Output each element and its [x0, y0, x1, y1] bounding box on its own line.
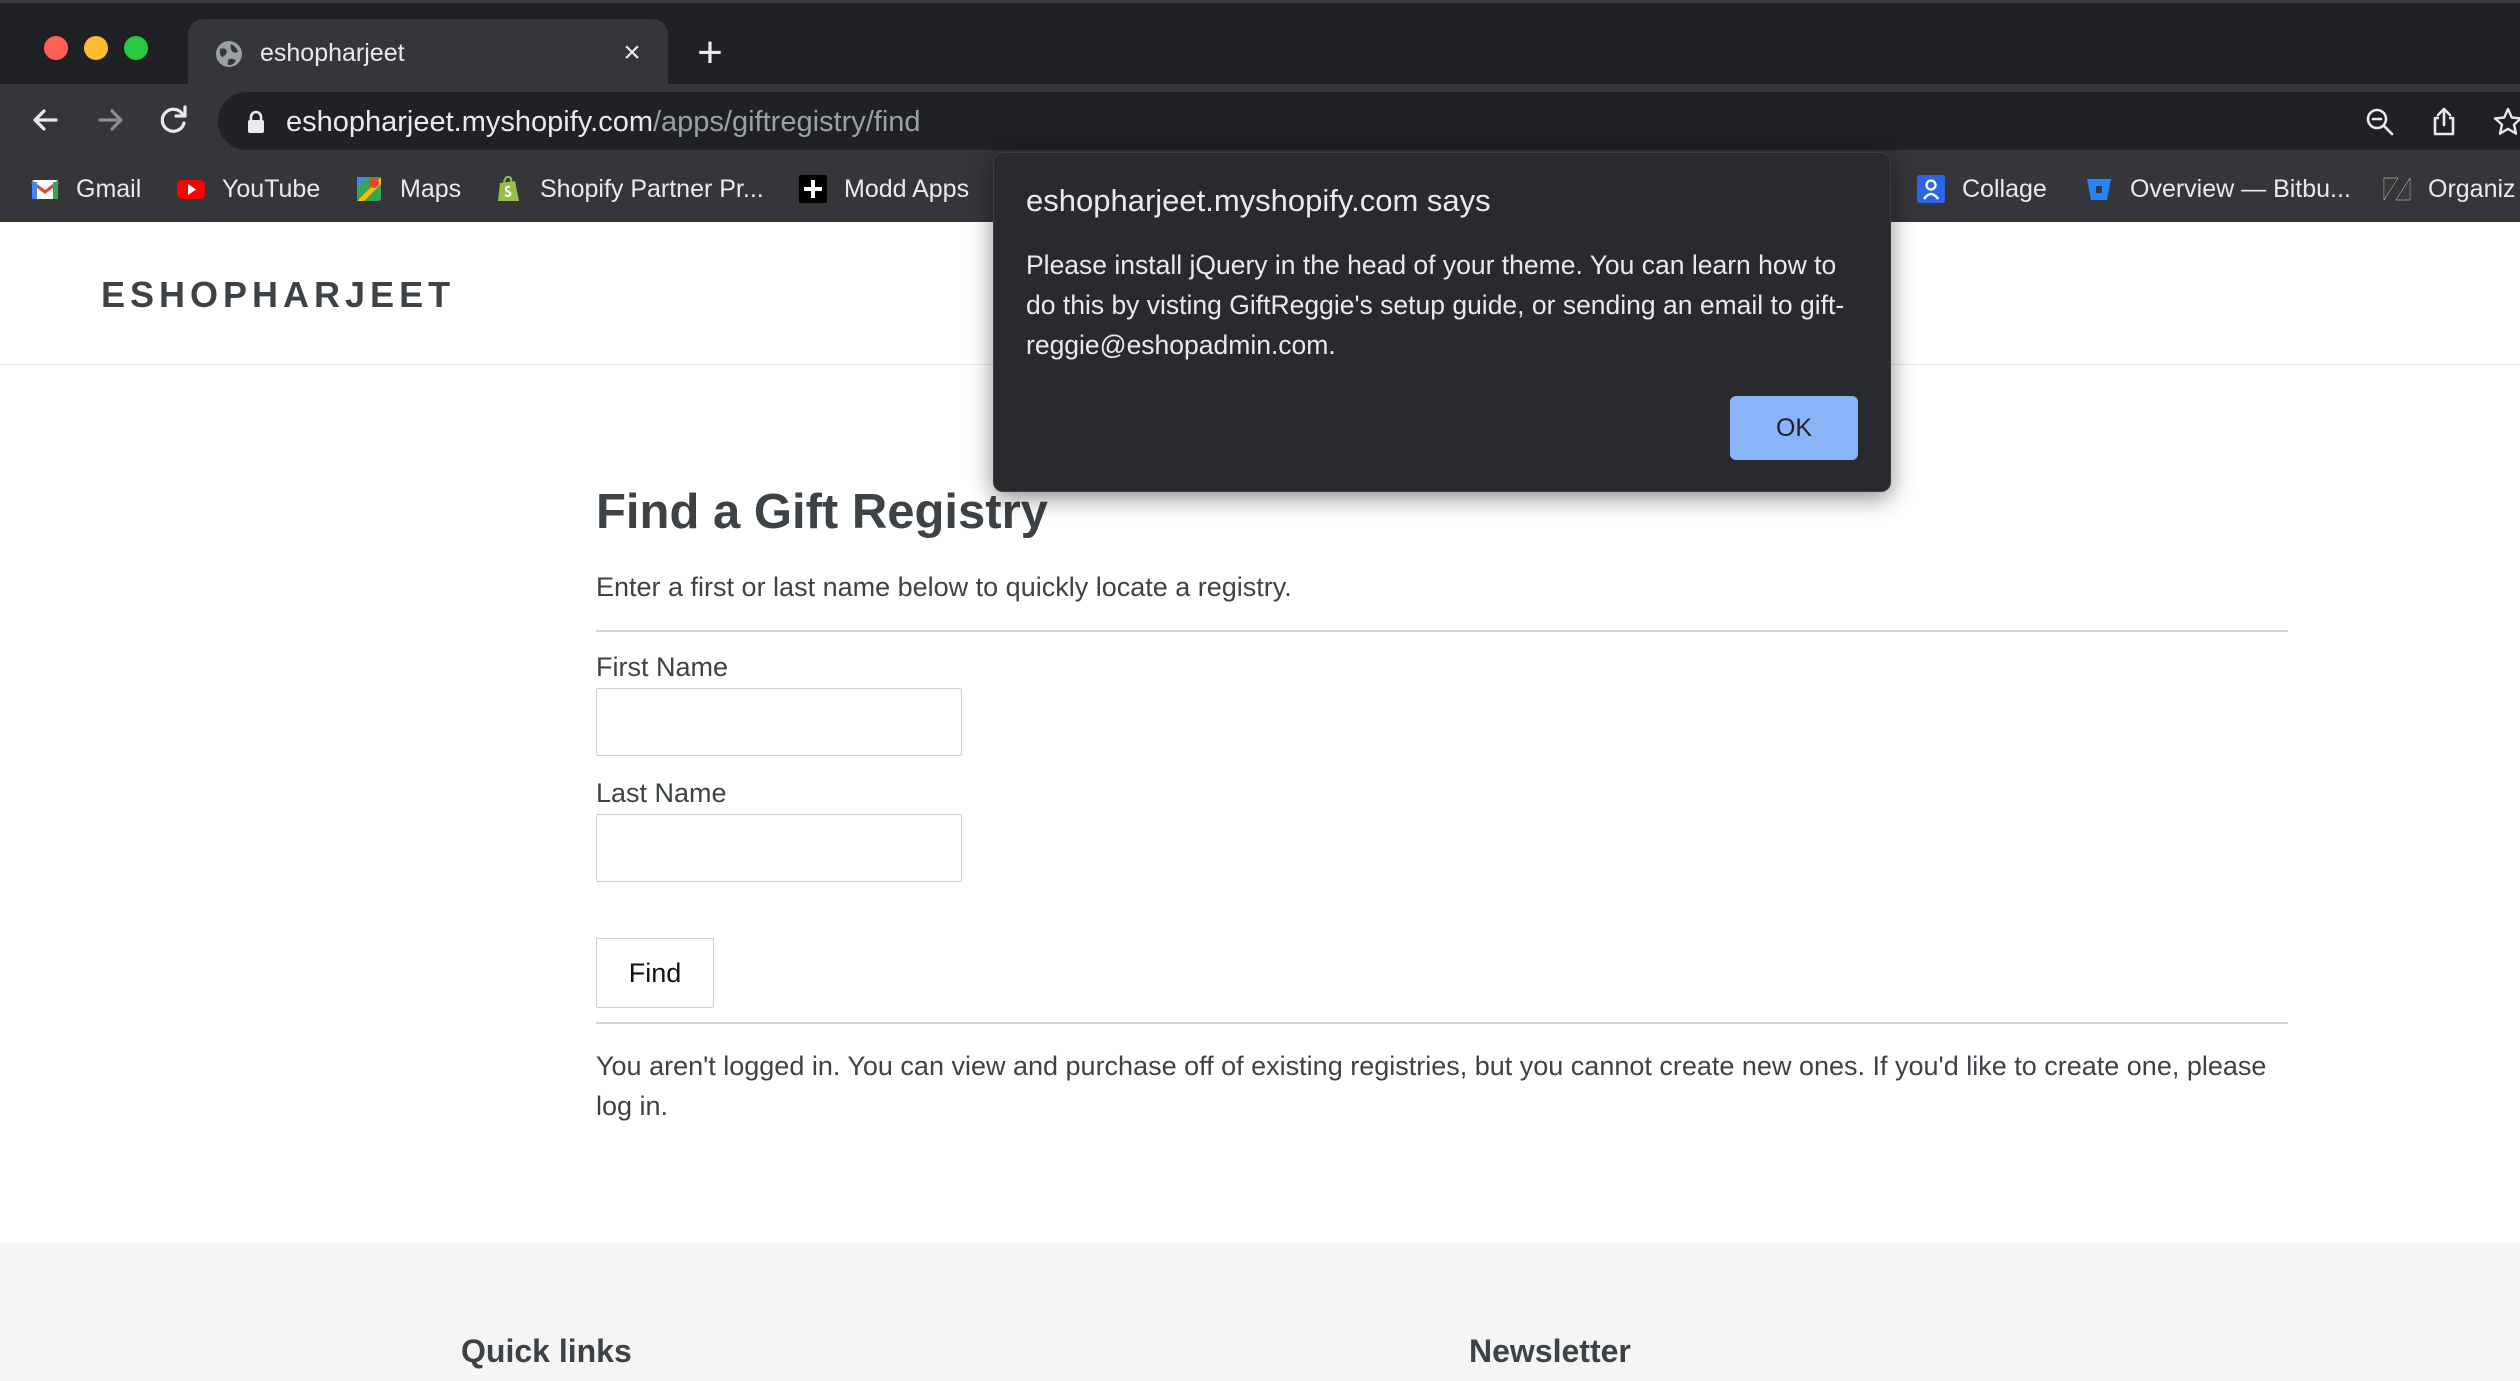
- minimize-window-button[interactable]: [84, 36, 108, 60]
- first-name-input[interactable]: [596, 688, 962, 756]
- login-notice: You aren't logged in. You can view and p…: [596, 1051, 2267, 1121]
- close-tab-icon[interactable]: ×: [616, 37, 648, 69]
- maps-icon: [357, 177, 381, 201]
- maximize-window-button[interactable]: [124, 36, 148, 60]
- bookmark-organiz[interactable]: Organiz: [2382, 170, 2516, 208]
- bookmark-maps[interactable]: Maps: [354, 170, 461, 208]
- find-button[interactable]: Find: [596, 938, 714, 1008]
- divider: [596, 630, 2288, 632]
- back-arrow-icon[interactable]: [24, 98, 68, 142]
- globe-icon: [216, 41, 242, 67]
- alert-dialog: eshopharjeet.myshopify.com says Please i…: [993, 152, 1891, 492]
- reload-icon[interactable]: [152, 98, 196, 142]
- divider: [596, 1022, 2288, 1024]
- intro-text: Enter a first or last name below to quic…: [596, 572, 1292, 602]
- forward-arrow-icon[interactable]: [88, 98, 132, 142]
- share-icon[interactable]: [2428, 106, 2460, 138]
- footer-quick-links-heading: Quick links: [461, 1333, 632, 1369]
- bookmark-collage[interactable]: Collage: [1916, 170, 2047, 208]
- ok-button[interactable]: OK: [1730, 396, 1858, 460]
- bookmark-modd-apps[interactable]: Modd Apps: [798, 170, 969, 208]
- bookmark-gmail[interactable]: Gmail: [30, 170, 141, 208]
- close-window-button[interactable]: [44, 36, 68, 60]
- browser-tab[interactable]: eshopharjeet ×: [188, 19, 668, 89]
- url-text[interactable]: eshopharjeet.myshopify.com/apps/giftregi…: [286, 105, 921, 139]
- shopify-icon: [498, 175, 519, 201]
- youtube-icon: [177, 180, 205, 199]
- address-bar[interactable]: eshopharjeet.myshopify.com/apps/giftregi…: [218, 92, 2520, 150]
- browser-title-bar: eshopharjeet × +: [0, 0, 2520, 89]
- site-footer: Quick links Newsletter: [0, 1243, 2520, 1381]
- bookmark-label: Overview — Bitbu...: [2130, 174, 2351, 203]
- url-host: eshopharjeet.myshopify.com: [286, 106, 653, 138]
- plus-icon: [799, 175, 827, 203]
- footer-newsletter-heading: Newsletter: [1469, 1333, 1631, 1369]
- last-name-input[interactable]: [596, 814, 962, 882]
- first-name-label: First Name: [596, 652, 729, 682]
- bookmark-bitbucket[interactable]: Overview — Bitbu...: [2084, 170, 2351, 208]
- bookmark-label: Gmail: [76, 174, 142, 203]
- bookmark-label: Maps: [400, 174, 462, 203]
- new-tab-button[interactable]: +: [690, 31, 730, 75]
- bookmark-shopify[interactable]: Shopify Partner Pr...: [494, 170, 764, 208]
- zoom-icon[interactable]: [2364, 106, 2396, 138]
- gmail-icon: [31, 180, 59, 199]
- lock-icon[interactable]: [244, 109, 268, 135]
- bookmark-label: YouTube: [222, 174, 321, 203]
- last-name-label: Last Name: [596, 778, 727, 808]
- collage-icon: [1917, 175, 1945, 203]
- bookmark-label: Modd Apps: [844, 174, 970, 203]
- bookmark-label: Organiz: [2428, 174, 2516, 203]
- zendesk-icon: [2383, 177, 2411, 201]
- bookmark-label: Collage: [1962, 174, 2047, 203]
- dialog-message: Please install jQuery in the head of you…: [1026, 250, 1845, 360]
- bookmark-star-icon[interactable]: [2492, 106, 2520, 138]
- dialog-title: eshopharjeet.myshopify.com says: [1026, 183, 1491, 218]
- store-logo[interactable]: ESHOPHARJEET: [101, 274, 455, 316]
- bitbucket-icon: [2087, 179, 2111, 200]
- bookmark-youtube[interactable]: YouTube: [176, 170, 320, 208]
- tab-title: eshopharjeet: [260, 39, 405, 67]
- browser-toolbar: eshopharjeet.myshopify.com/apps/giftregi…: [0, 84, 2520, 156]
- url-path: /apps/giftregistry/find: [652, 106, 921, 138]
- bookmark-label: Shopify Partner Pr...: [540, 174, 764, 203]
